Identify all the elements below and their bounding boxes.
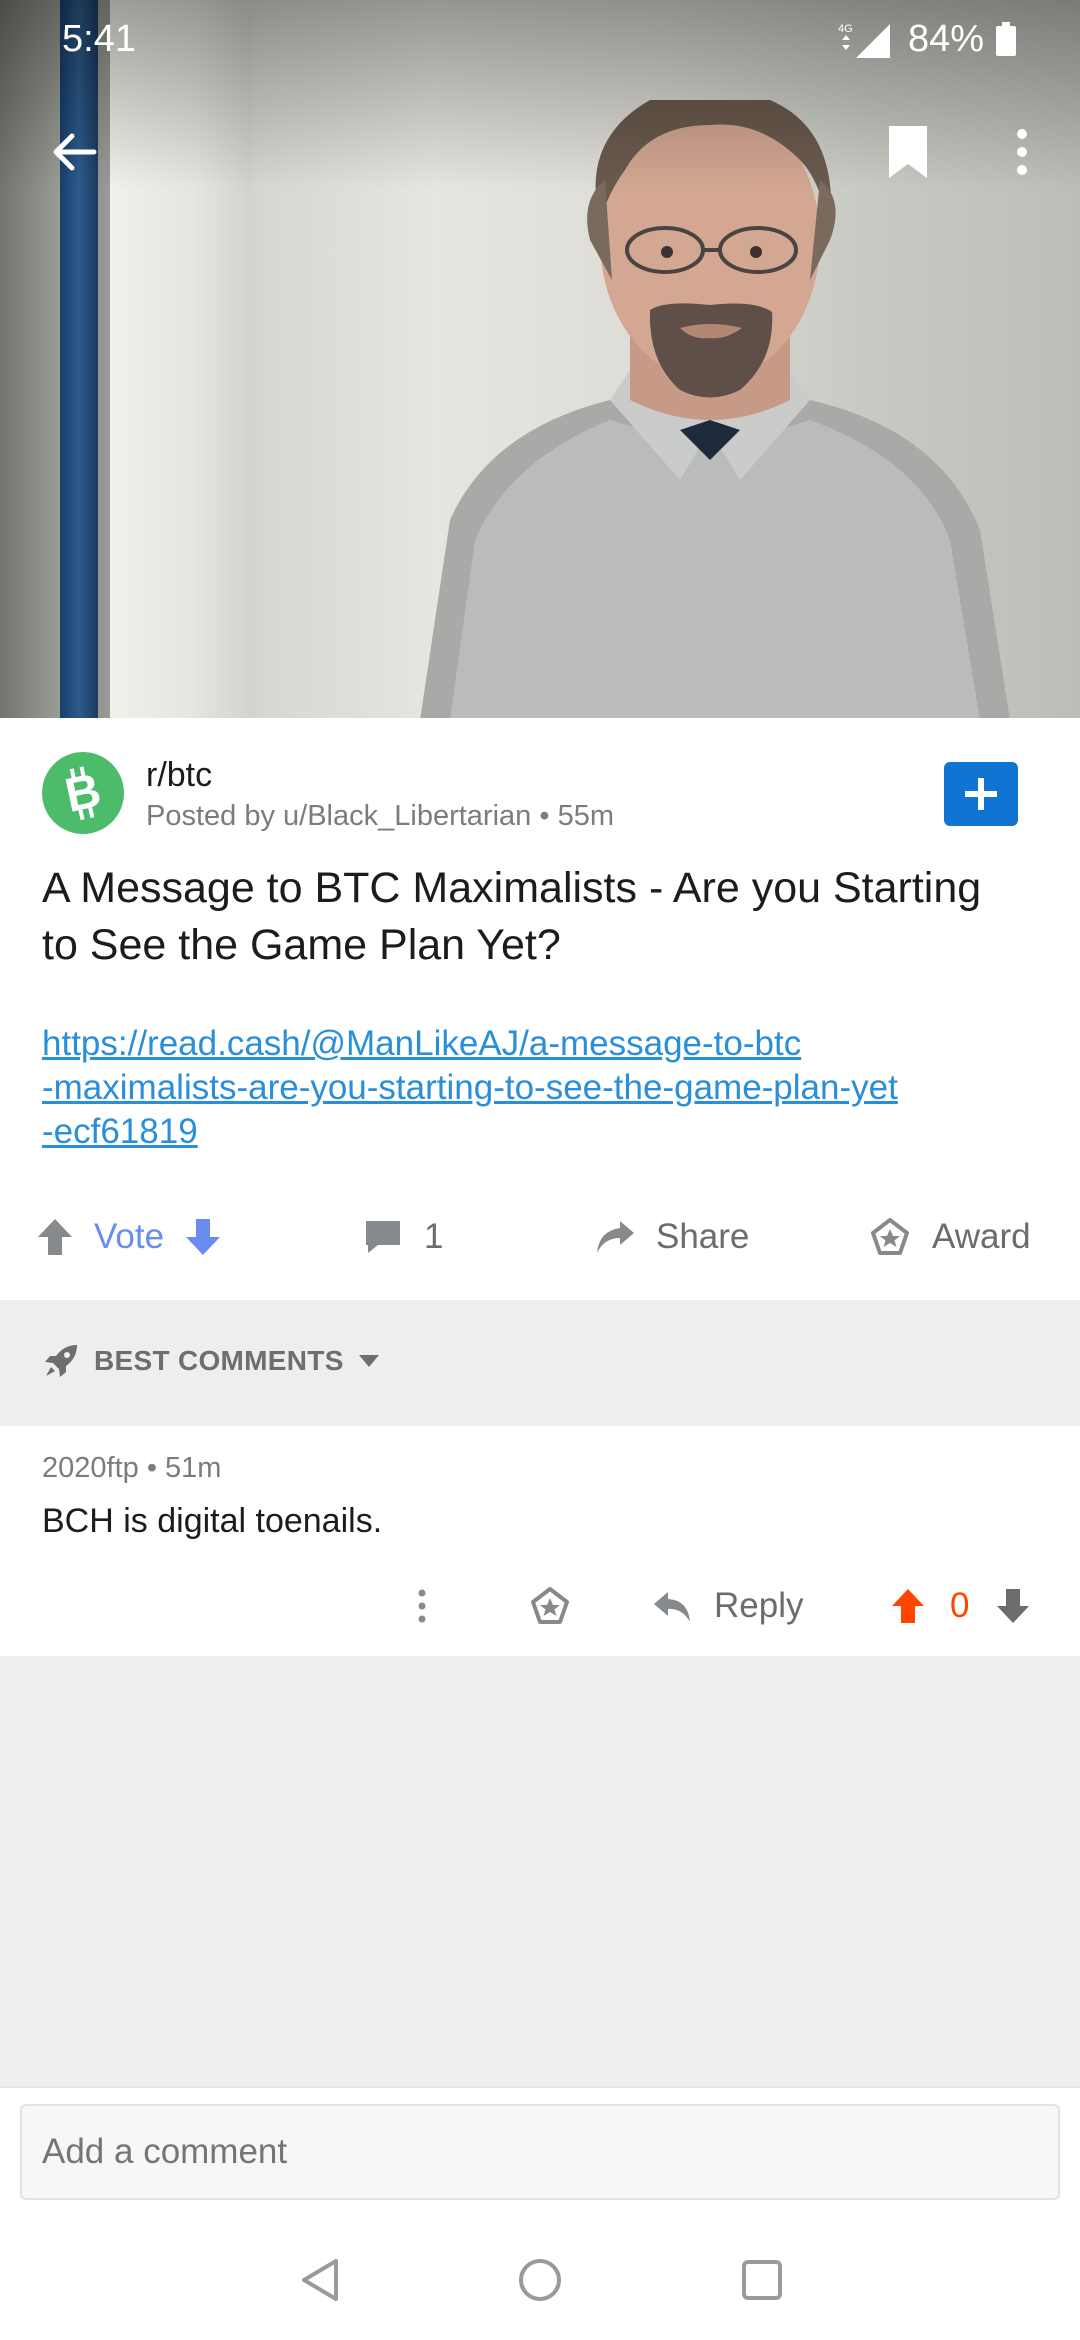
comment-sort-bar: BEST COMMENTS: [0, 1300, 1080, 1426]
vote-label: Vote: [94, 1217, 165, 1256]
triangle-back-icon: [302, 2259, 338, 2301]
comment-actions: Reply 0: [0, 1574, 1080, 1638]
post-link-line: https://read.cash/@ManLikeAJ/a-message-t…: [42, 1024, 802, 1063]
comments-button[interactable]: 1: [364, 1204, 443, 1270]
plus-icon: [965, 778, 997, 810]
more-vertical-icon: [1017, 129, 1027, 175]
status-time: 5:41: [62, 18, 136, 60]
comment-count: 1: [424, 1217, 444, 1256]
post-image[interactable]: [0, 0, 1080, 718]
comment-body: BCH is digital toenails.: [42, 1502, 383, 1540]
downvote-icon[interactable]: [184, 1217, 222, 1257]
comment-more-button[interactable]: [400, 1574, 444, 1638]
award-label: Award: [932, 1217, 1031, 1256]
join-subreddit-button[interactable]: [944, 762, 1018, 826]
sort-label: BEST COMMENTS: [94, 1345, 344, 1376]
battery-percent: 84%: [908, 18, 985, 60]
comment-award-button[interactable]: [524, 1574, 576, 1638]
nav-recents-button[interactable]: [732, 2250, 792, 2310]
system-nav-bar: [0, 2180, 1080, 2340]
save-post-button[interactable]: [868, 112, 948, 192]
square-recents-icon: [742, 2260, 782, 2300]
comment-vote-group: 0: [890, 1574, 1031, 1638]
downvote-icon[interactable]: [995, 1587, 1031, 1625]
comment-age: 51m: [165, 1452, 222, 1484]
nav-home-button[interactable]: [510, 2250, 570, 2310]
share-arrow-icon: [597, 1221, 634, 1253]
comment-author[interactable]: 2020ftp: [42, 1452, 139, 1484]
signal-4g-icon: 4G: [838, 23, 890, 58]
reply-icon: [654, 1592, 690, 1622]
upvote-icon[interactable]: [36, 1217, 74, 1257]
meta-separator: •: [146, 1452, 166, 1484]
post-actions-bar: Vote 1 Share Award: [0, 1204, 1080, 1270]
back-button[interactable]: [34, 112, 114, 192]
vote-group: Vote: [36, 1204, 222, 1270]
arrow-left-icon: [53, 133, 97, 171]
reply-label: Reply: [714, 1586, 804, 1625]
award-icon: [871, 1218, 909, 1255]
bitcoin-cash-icon: B: [61, 764, 106, 823]
network-type-label: 4G: [838, 23, 853, 35]
subreddit-avatar[interactable]: B: [42, 752, 124, 834]
rocket-icon: [45, 1345, 77, 1377]
comment-icon: [366, 1221, 400, 1253]
comment-reply-button[interactable]: Reply: [652, 1574, 803, 1638]
nav-back-button[interactable]: [290, 2250, 350, 2310]
post-link-line: -maximalists-are-you-starting-to-see-the…: [42, 1068, 898, 1107]
circle-home-icon: [519, 2259, 561, 2301]
upvote-icon[interactable]: [890, 1587, 926, 1625]
more-vertical-icon: [418, 1589, 426, 1623]
chevron-down-icon: [358, 1355, 379, 1367]
post-author[interactable]: Posted by u/Black_Libertarian: [146, 800, 531, 832]
post-meta: Posted by u/Black_Libertarian • 55m: [146, 800, 614, 833]
post-link[interactable]: https://read.cash/@ManLikeAJ/a-message-t…: [42, 1022, 1042, 1154]
award-icon: [531, 1587, 569, 1624]
subreddit-name[interactable]: r/btc: [146, 756, 212, 795]
portrait-person: [420, 100, 1010, 718]
post-link-line: -ecf61819: [42, 1112, 198, 1151]
battery-icon: [996, 22, 1016, 56]
post-age: 55m: [557, 800, 614, 832]
post-title: A Message to BTC Maximalists - Are you S…: [42, 864, 982, 969]
more-options-button[interactable]: [982, 112, 1062, 192]
comment-item: 2020ftp • 51m BCH is digital toenails. R…: [0, 1426, 1080, 1656]
comment-meta: 2020ftp • 51m: [42, 1452, 221, 1485]
post-card: B r/btc Posted by u/Black_Libertarian • …: [0, 718, 1080, 1300]
meta-separator: •: [539, 800, 558, 832]
share-button[interactable]: Share: [594, 1204, 749, 1270]
comment-sort-button[interactable]: BEST COMMENTS: [42, 1342, 380, 1380]
award-button[interactable]: Award: [870, 1204, 1031, 1270]
share-label: Share: [656, 1217, 750, 1256]
comment-score: 0: [950, 1586, 970, 1625]
status-bar: 5:41 4G 84%: [0, 0, 1080, 80]
bookmark-icon: [889, 126, 927, 178]
